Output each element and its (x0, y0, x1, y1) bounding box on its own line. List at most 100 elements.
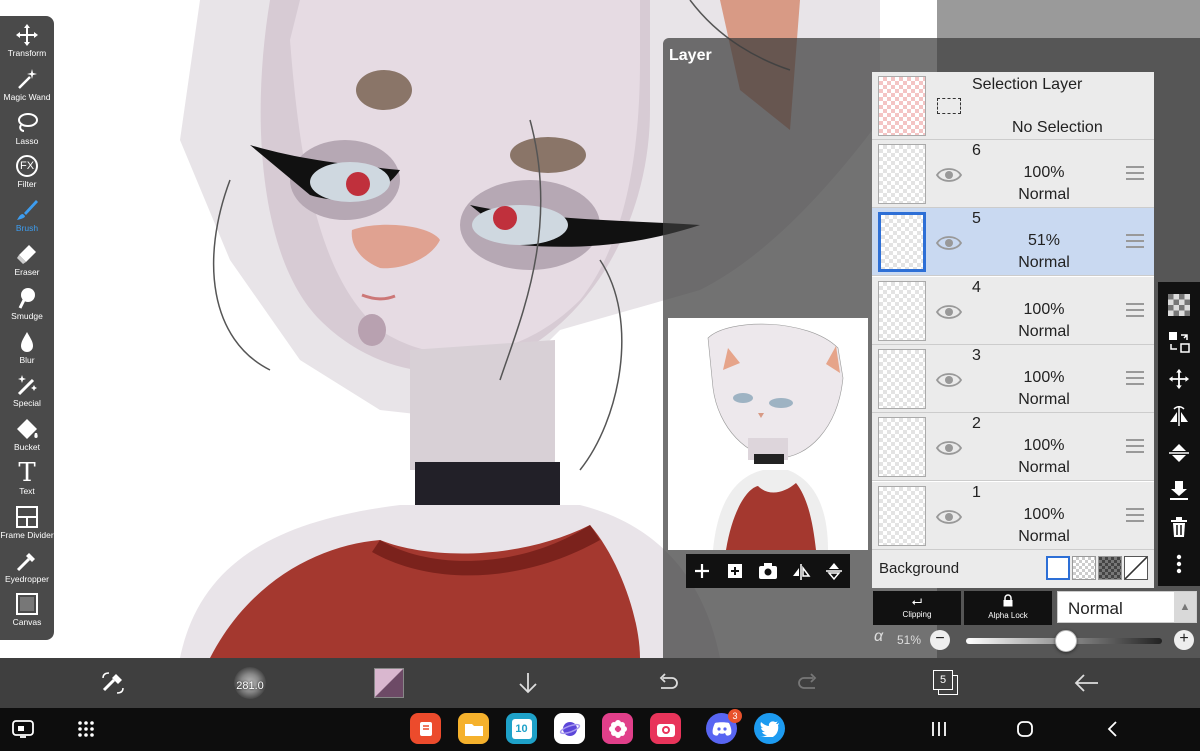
tool-filter[interactable]: FX Filter (0, 153, 54, 197)
drag-handle-icon[interactable] (1126, 370, 1144, 385)
app-camera[interactable] (650, 713, 681, 744)
visibility-eye-icon[interactable] (936, 299, 962, 325)
background-white-swatch[interactable] (1046, 556, 1070, 580)
merge-down-button[interactable] (1164, 476, 1194, 504)
bucket-icon (14, 416, 40, 442)
flip-layer-horizontal-button[interactable] (1164, 402, 1194, 430)
alpha-lock-button[interactable]: Alpha Lock (964, 591, 1052, 625)
tool-label: Bucket (14, 442, 40, 453)
color-swatch-button[interactable] (374, 668, 404, 698)
background-transparent-light-swatch[interactable] (1072, 556, 1096, 580)
swap-layer-button[interactable] (1164, 328, 1194, 356)
more-vertical-icon (1176, 554, 1182, 573)
tool-label: Eraser (14, 266, 40, 277)
opacity-decrease-button[interactable]: − (930, 630, 950, 650)
flip-layer-vertical-button[interactable] (1164, 439, 1194, 467)
alpha-lock-label: Alpha Lock (988, 611, 1028, 620)
layer-row[interactable]: 3 100% Normal (872, 344, 1154, 413)
app-gallery[interactable] (602, 713, 633, 744)
layer-blend-mode: Normal (1018, 254, 1070, 272)
clipping-arrow-icon: ⮠ (911, 594, 923, 609)
download-button[interactable] (511, 666, 545, 700)
screen-icon-button[interactable] (8, 714, 38, 744)
visibility-eye-icon[interactable] (936, 435, 962, 461)
brush-size-button[interactable]: 281.0 (230, 666, 270, 700)
tool-brush[interactable]: Brush (0, 197, 54, 241)
visibility-eye-icon[interactable] (936, 367, 962, 393)
camera-button[interactable] (755, 558, 781, 584)
opacity-increase-button[interactable]: + (1174, 630, 1194, 650)
tool-label: Smudge (11, 310, 43, 321)
more-options-button[interactable] (1164, 550, 1194, 578)
drag-handle-icon[interactable] (1126, 234, 1144, 249)
visibility-eye-icon[interactable] (936, 504, 962, 530)
redo-button[interactable] (791, 666, 825, 700)
move-layer-button[interactable] (1164, 365, 1194, 393)
app-twitter[interactable] (754, 713, 785, 744)
layer-row[interactable]: 6 100% Normal (872, 140, 1154, 208)
tool-canvas[interactable]: Canvas (0, 591, 54, 635)
add-layer-special-button[interactable] (722, 558, 748, 584)
tool-blur[interactable]: Blur (0, 329, 54, 373)
layer-row[interactable]: 1 100% Normal (872, 481, 1154, 550)
flower-icon (608, 719, 627, 738)
tool-eraser[interactable]: Eraser (0, 241, 54, 285)
app-files[interactable] (458, 713, 489, 744)
drag-handle-icon[interactable] (1126, 439, 1144, 454)
visibility-eye-icon[interactable] (936, 230, 962, 256)
transparency-button[interactable] (1164, 291, 1194, 319)
tool-label: Filter (17, 179, 37, 190)
tool-label: Magic Wand (3, 91, 51, 102)
home-button[interactable] (1010, 714, 1040, 744)
drag-handle-icon[interactable] (1126, 507, 1144, 522)
layer-row[interactable]: 4 100% Normal (872, 276, 1154, 345)
opacity-slider-knob[interactable] (1054, 630, 1077, 652)
brush-eraser-swap-icon (102, 672, 124, 694)
move-arrows-icon (1168, 368, 1190, 389)
layer-blend-mode: Normal (1018, 459, 1070, 477)
tool-smudge[interactable]: Smudge (0, 285, 54, 329)
app-discord[interactable]: 3 (706, 709, 742, 744)
canvas-preview[interactable] (668, 318, 868, 550)
visibility-eye-icon[interactable] (936, 162, 962, 188)
twitter-bird-icon (759, 720, 779, 737)
background-none-swatch[interactable] (1124, 556, 1148, 580)
tool-eyedropper[interactable]: Eyedropper (0, 548, 54, 592)
tool-text[interactable]: T Text (0, 460, 54, 504)
special-icon (14, 372, 40, 398)
layer-actions-bar (1158, 282, 1200, 586)
layer-blend-mode: Normal (1018, 390, 1070, 408)
tool-bucket[interactable]: Bucket (0, 416, 54, 460)
system-back-button[interactable] (1097, 714, 1127, 744)
opacity-control: α 51% − + (872, 626, 1200, 654)
delete-layer-button[interactable] (1164, 513, 1194, 541)
tool-magic-wand[interactable]: Magic Wand (0, 66, 54, 110)
quick-switch-button[interactable] (96, 666, 130, 700)
layer-row[interactable]: 5 51% Normal (872, 208, 1154, 277)
layers-button[interactable]: 5 (933, 670, 961, 696)
opacity-slider[interactable] (966, 630, 1162, 652)
clipping-label: Clipping (902, 610, 932, 619)
app-calendar[interactable]: 10 (506, 713, 537, 744)
clipping-button[interactable]: ⮠ Clipping (873, 591, 961, 625)
flip-vertical-button[interactable] (821, 558, 847, 584)
tool-transform[interactable]: Transform (0, 22, 54, 66)
background-transparent-dark-swatch[interactable] (1098, 556, 1122, 580)
flip-horizontal-button[interactable] (788, 558, 814, 584)
drag-handle-icon[interactable] (1126, 166, 1144, 180)
add-layer-button[interactable] (689, 558, 715, 584)
app-notes[interactable] (410, 713, 441, 744)
app-drawer-button[interactable] (71, 714, 101, 744)
layer-list: Selection Layer No Selection 6 100% Normal… (872, 72, 1154, 588)
undo-button[interactable] (651, 666, 685, 700)
selection-layer-row[interactable]: Selection Layer No Selection (872, 72, 1154, 140)
back-button[interactable] (1069, 666, 1103, 700)
drag-handle-icon[interactable] (1126, 302, 1144, 317)
app-internet[interactable] (554, 713, 585, 744)
tool-frame-divider[interactable]: Frame Divider (0, 504, 54, 548)
recent-apps-button[interactable] (924, 714, 954, 744)
layer-row[interactable]: 2 100% Normal (872, 413, 1154, 482)
tool-special[interactable]: Special (0, 372, 54, 416)
blend-mode-select[interactable]: Normal ▲ (1057, 591, 1197, 623)
tool-lasso[interactable]: Lasso (0, 110, 54, 154)
